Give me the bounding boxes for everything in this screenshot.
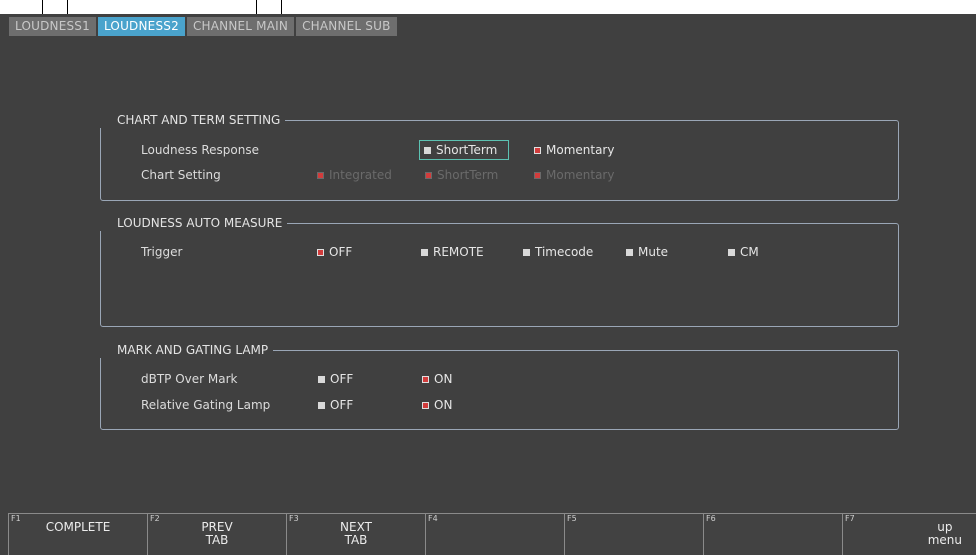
mark-gating-lamp-group: MARK AND GATING LAMP dBTP Over Mark OFF … bbox=[100, 342, 899, 430]
checkbox-checked-icon bbox=[534, 146, 541, 154]
fkey-label: up menu bbox=[927, 520, 962, 547]
relative-gating-off-checkbox[interactable]: OFF bbox=[318, 397, 353, 413]
checkbox-icon bbox=[318, 375, 325, 383]
option-label: Mute bbox=[638, 245, 669, 259]
top-marker-right bbox=[256, 0, 282, 14]
chart-setting-label: Chart Setting bbox=[141, 168, 221, 182]
trigger-off-checkbox[interactable]: OFF bbox=[317, 244, 352, 260]
f2-prev-tab-button[interactable]: F2 PREV TAB bbox=[147, 513, 286, 555]
fkey-label: PREV TAB bbox=[201, 520, 233, 547]
fkey-number: F7 bbox=[845, 514, 855, 523]
fkey-label: NEXT TAB bbox=[340, 520, 372, 547]
checkbox-disabled-icon bbox=[425, 171, 432, 179]
chart-setting-shortterm-checkbox: ShortTerm bbox=[425, 167, 498, 183]
option-label: ON bbox=[434, 398, 453, 412]
dbtp-over-mark-label: dBTP Over Mark bbox=[141, 372, 238, 386]
tab-bar: LOUDNESS1 LOUDNESS2 CHANNEL MAIN CHANNEL… bbox=[9, 17, 399, 36]
checkbox-icon bbox=[421, 248, 428, 256]
tab-channel-main[interactable]: CHANNEL MAIN bbox=[186, 17, 295, 36]
relative-gating-lamp-label: Relative Gating Lamp bbox=[141, 398, 271, 412]
option-label: Momentary bbox=[546, 168, 615, 182]
group-title: MARK AND GATING LAMP bbox=[100, 342, 274, 358]
loudness-response-shortterm-checkbox[interactable]: ShortTerm bbox=[419, 140, 510, 160]
option-label: CM bbox=[740, 245, 759, 259]
option-label: OFF bbox=[330, 398, 354, 412]
checkbox-disabled-icon bbox=[534, 171, 541, 179]
trigger-label: Trigger bbox=[141, 245, 183, 259]
fkey-number: F5 bbox=[567, 514, 577, 523]
top-strip bbox=[0, 0, 976, 14]
option-label: Momentary bbox=[546, 143, 615, 157]
fkey-number: F4 bbox=[428, 514, 438, 523]
f1-complete-button[interactable]: F1 COMPLETE bbox=[8, 513, 147, 555]
option-label: OFF bbox=[329, 245, 353, 259]
option-label: ON bbox=[434, 372, 453, 386]
trigger-timecode-checkbox[interactable]: Timecode bbox=[523, 244, 593, 260]
dbtp-off-checkbox[interactable]: OFF bbox=[318, 371, 353, 387]
tab-channel-sub[interactable]: CHANNEL SUB bbox=[296, 17, 397, 36]
group-title: CHART AND TERM SETTING bbox=[100, 112, 286, 128]
f6-button[interactable]: F6 bbox=[703, 513, 842, 555]
option-label: Timecode bbox=[535, 245, 594, 259]
option-label: Integrated bbox=[329, 168, 392, 182]
option-label: OFF bbox=[330, 372, 354, 386]
checkbox-icon bbox=[626, 248, 633, 256]
trigger-cm-checkbox[interactable]: CM bbox=[728, 244, 759, 260]
trigger-mute-checkbox[interactable]: Mute bbox=[626, 244, 668, 260]
loudness-response-momentary-checkbox[interactable]: Momentary bbox=[534, 142, 614, 158]
group-title: LOUDNESS AUTO MEASURE bbox=[100, 215, 288, 231]
function-key-bar: F1 COMPLETE F2 PREV TAB F3 NEXT TAB F4 F… bbox=[8, 513, 976, 555]
tab-loudness1[interactable]: LOUDNESS1 bbox=[9, 17, 96, 36]
f5-button[interactable]: F5 bbox=[564, 513, 703, 555]
checkbox-icon bbox=[318, 401, 325, 409]
chart-setting-momentary-checkbox: Momentary bbox=[534, 167, 614, 183]
chart-term-setting-group: CHART AND TERM SETTING Loudness Response… bbox=[100, 112, 899, 201]
option-label: REMOTE bbox=[433, 245, 484, 259]
f7-up-menu-button[interactable]: F7 up menu bbox=[842, 513, 976, 555]
f3-next-tab-button[interactable]: F3 NEXT TAB bbox=[286, 513, 425, 555]
loudness-auto-measure-group: LOUDNESS AUTO MEASURE Trigger OFF REMOTE… bbox=[100, 215, 899, 327]
chart-setting-integrated-checkbox: Integrated bbox=[317, 167, 392, 183]
tab-loudness2[interactable]: LOUDNESS2 bbox=[97, 17, 185, 36]
checkbox-disabled-icon bbox=[317, 171, 324, 179]
checkbox-icon bbox=[424, 146, 431, 154]
option-label: ShortTerm bbox=[436, 143, 498, 157]
fkey-label: COMPLETE bbox=[45, 520, 111, 534]
relative-gating-on-checkbox[interactable]: ON bbox=[422, 397, 452, 413]
fkey-number: F6 bbox=[706, 514, 716, 523]
checkbox-icon bbox=[728, 248, 735, 256]
dbtp-on-checkbox[interactable]: ON bbox=[422, 371, 452, 387]
top-marker-left bbox=[42, 0, 68, 14]
checkbox-checked-icon bbox=[317, 248, 324, 256]
f4-button[interactable]: F4 bbox=[425, 513, 564, 555]
checkbox-checked-icon bbox=[422, 401, 429, 409]
checkbox-icon bbox=[523, 248, 530, 256]
option-label: ShortTerm bbox=[437, 168, 499, 182]
trigger-remote-checkbox[interactable]: REMOTE bbox=[421, 244, 484, 260]
checkbox-checked-icon bbox=[422, 375, 429, 383]
loudness-response-label: Loudness Response bbox=[141, 143, 259, 157]
